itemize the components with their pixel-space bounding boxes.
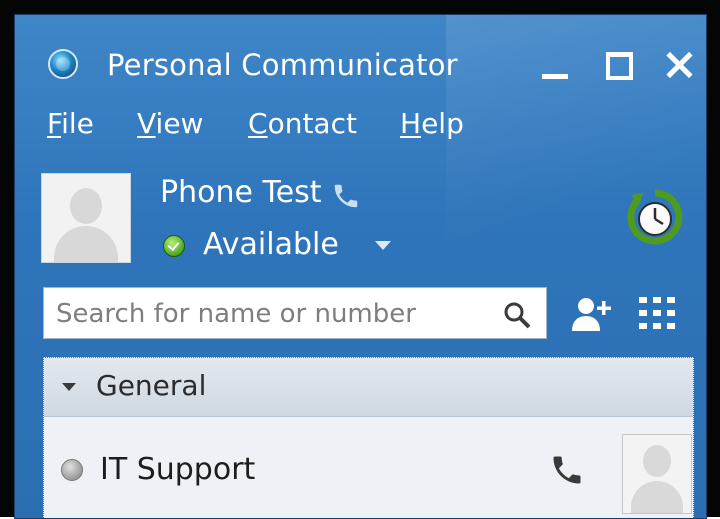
avatar-placeholder-head — [70, 188, 102, 224]
menu-contact[interactable]: Contact — [248, 107, 357, 140]
chevron-down-icon[interactable] — [62, 383, 76, 391]
group-header-general[interactable]: General — [44, 358, 693, 417]
offline-status-icon — [61, 459, 83, 481]
communicator-globe-icon — [48, 49, 78, 79]
group-name: General — [96, 369, 207, 402]
available-status-icon — [163, 235, 185, 257]
phone-icon — [331, 181, 361, 218]
contact-list[interactable]: General IT Support — [43, 357, 694, 518]
title-bar[interactable]: Personal Communicator — [15, 15, 706, 82]
minimize-button[interactable] — [538, 49, 572, 83]
menu-help[interactable]: Help — [400, 107, 464, 140]
contact-avatar[interactable] — [622, 434, 692, 514]
maximize-button[interactable] — [602, 49, 636, 83]
menu-file[interactable]: File — [47, 107, 94, 140]
communicator-window: Personal Communicator File View Contact … — [14, 14, 707, 519]
user-avatar[interactable] — [41, 173, 131, 263]
menu-bar: File View Contact Help — [15, 107, 706, 147]
menu-view[interactable]: View — [137, 107, 203, 140]
user-display-name: Phone Test — [160, 175, 322, 210]
window-title: Personal Communicator — [107, 48, 458, 82]
refresh-timer-icon[interactable] — [625, 187, 685, 249]
avatar-placeholder-head — [643, 445, 671, 477]
search-icon[interactable] — [502, 300, 532, 330]
phone-icon[interactable] — [549, 452, 589, 492]
close-button[interactable] — [663, 49, 697, 83]
search-field[interactable] — [43, 287, 547, 339]
dialpad-icon[interactable] — [637, 295, 677, 331]
contact-name: IT Support — [100, 452, 256, 487]
presence-status-label: Available — [203, 227, 339, 262]
add-contact-icon[interactable] — [571, 295, 613, 333]
chevron-down-icon[interactable] — [375, 241, 391, 250]
avatar-placeholder-body — [631, 481, 683, 513]
avatar-placeholder-body — [54, 226, 118, 262]
search-input[interactable] — [54, 294, 488, 334]
contact-row[interactable]: IT Support — [44, 422, 693, 514]
